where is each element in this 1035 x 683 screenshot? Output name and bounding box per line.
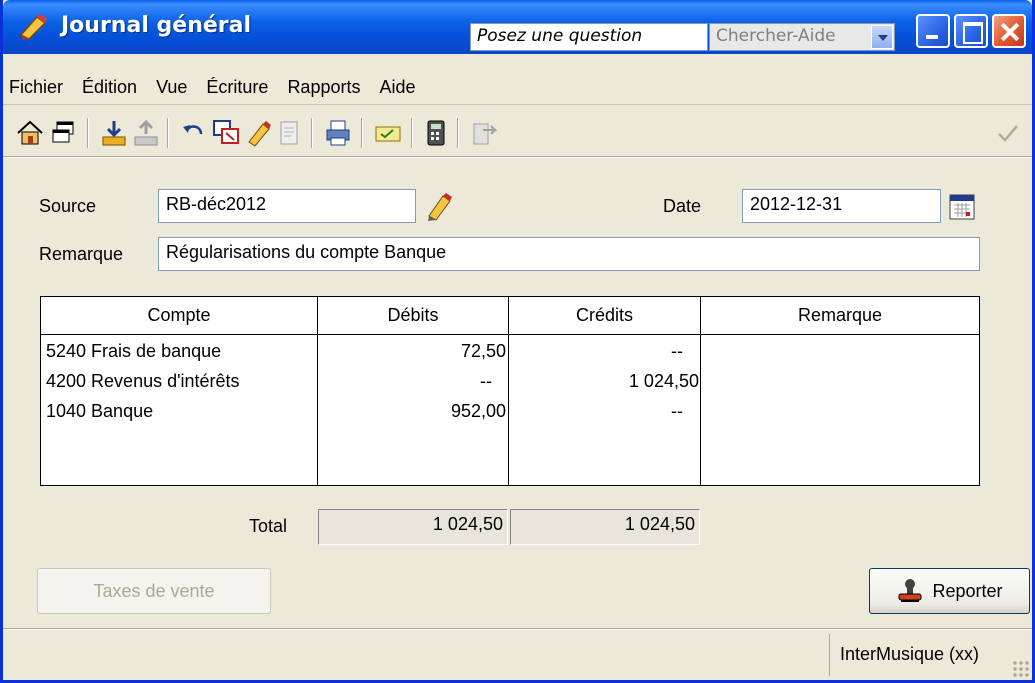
calculator-icon[interactable] [421,118,451,148]
menu-edition[interactable]: Édition [82,77,137,98]
date-label: Date [663,196,702,216]
maximize-button[interactable] [954,14,988,48]
lookup-icon[interactable] [211,118,241,148]
help-search-combo[interactable]: Chercher-Aide [709,23,895,51]
toolbar-separator [311,118,313,148]
row1-credit[interactable]: -- [509,341,683,362]
sales-tax-button[interactable]: Taxes de vente [37,568,271,614]
journal-entries-table[interactable]: Compte Débits Crédits Remarque 5240 Frai… [40,296,980,486]
minimize-button[interactable] [916,14,950,48]
toolbar-separator [411,118,413,148]
column-header-debits[interactable]: Débits [318,297,509,335]
menu-ecriture[interactable]: Écriture [206,77,268,98]
toolbar-separator [457,118,459,148]
column-header-remarque[interactable]: Remarque [701,297,979,335]
menu-divider [3,104,1032,105]
remark-label: Remarque [39,244,124,264]
total-debits: 1 024,50 [318,509,508,545]
row2-account[interactable]: 4200 Revenus d'intérêts [46,371,240,392]
row1-account[interactable]: 5240 Frais de banque [46,341,221,362]
chevron-down-icon[interactable] [871,25,893,49]
document-icon [280,121,298,145]
column-header-compte[interactable]: Compte [41,297,318,335]
post-button[interactable]: Reporter [869,568,1030,614]
toolbar-separator [87,118,89,148]
status-bar: InterMusique (xx) [3,632,1032,680]
source-label: Source [39,196,97,216]
total-label: Total [249,516,288,536]
journal-window: Journal général Posez une question Cherc… [0,0,1035,683]
company-name: InterMusique (xx) [829,634,1015,676]
menu-aide[interactable]: Aide [379,77,415,98]
post-button-label: Reporter [932,580,1003,601]
calendar-icon[interactable] [947,192,977,222]
source-input[interactable]: RB-déc2012 [158,189,416,223]
menu-bar: Fichier Édition Vue Écriture Rapports Ai… [3,70,1032,104]
window-title: Journal général [61,13,252,38]
toolbar-separator [361,118,363,148]
toolbar [3,110,1032,154]
row2-credit[interactable]: 1 024,50 [509,371,699,392]
total-credits: 1 024,50 [510,509,700,545]
save-disabled-icon [134,119,158,146]
save-icon[interactable] [99,118,129,148]
export-icon [473,123,498,145]
date-input[interactable]: 2012-12-31 [742,189,941,223]
row3-credit[interactable]: -- [509,401,683,422]
row3-account[interactable]: 1040 Banque [46,401,153,422]
row1-debit[interactable]: 72,50 [318,341,506,362]
stamp-icon [898,579,922,602]
row3-debit[interactable]: 952,00 [318,401,506,422]
status-divider [3,628,1032,630]
window-icon[interactable] [49,118,79,148]
menu-vue[interactable]: Vue [156,77,187,98]
edit-icon[interactable] [243,118,273,148]
resize-grip[interactable] [1012,660,1030,678]
help-search-label: Chercher-Aide [716,26,836,46]
toolbar-divider [3,156,1032,158]
menu-fichier[interactable]: Fichier [9,77,63,98]
menu-rapports[interactable]: Rapports [287,77,360,98]
checkmark-icon [998,125,1018,142]
home-icon[interactable] [15,118,45,148]
journal-app-icon [19,14,47,40]
print-icon[interactable] [323,118,353,148]
table-header: Compte Débits Crédits Remarque [41,297,979,335]
column-header-credits[interactable]: Crédits [509,297,701,335]
undo-icon[interactable] [179,118,209,148]
message-icon[interactable] [373,118,403,148]
ask-question-input[interactable]: Posez une question [470,23,708,51]
edit-icon[interactable] [421,190,455,222]
row2-debit[interactable]: -- [318,371,492,392]
close-button[interactable] [992,14,1026,48]
title-bar[interactable]: Journal général Posez une question Cherc… [3,0,1032,54]
toolbar-separator [167,118,169,148]
remark-input[interactable]: Régularisations du compte Banque [158,237,980,271]
